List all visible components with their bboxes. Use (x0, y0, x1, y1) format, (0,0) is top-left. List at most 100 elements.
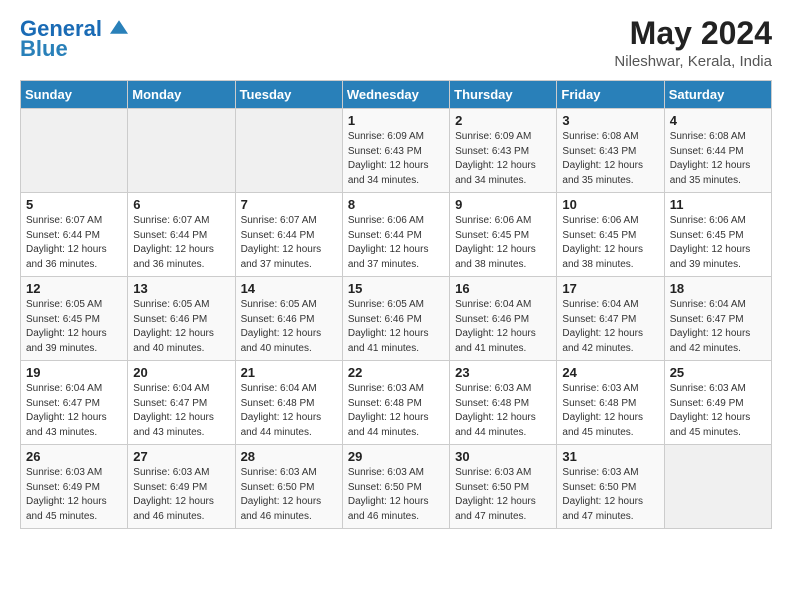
day-number: 9 (455, 197, 551, 212)
day-info: Sunrise: 6:03 AM Sunset: 6:50 PM Dayligh… (348, 466, 444, 524)
day-info: Sunrise: 6:09 AM Sunset: 6:43 PM Dayligh… (348, 130, 444, 188)
calendar-cell: 16 Sunrise: 6:04 AM Sunset: 6:46 PM Dayli… (450, 277, 557, 361)
day-number: 3 (562, 113, 658, 128)
day-number: 10 (562, 197, 658, 212)
day-number: 11 (670, 197, 766, 212)
day-info: Sunrise: 6:06 AM Sunset: 6:45 PM Dayligh… (670, 214, 766, 272)
calendar-cell (235, 109, 342, 193)
calendar-cell: 31Sunrise: 6:03 AM Sunset: 6:50 PM Dayli… (557, 445, 664, 529)
day-info: Sunrise: 6:03 AM Sunset: 6:48 PM Dayligh… (562, 382, 658, 440)
header: General Blue May 2024 Nileshwar, Kerala,… (20, 16, 772, 70)
calendar-cell (21, 109, 128, 193)
calendar-header-day: Thursday (450, 81, 557, 109)
logo-icon (110, 18, 128, 36)
day-number: 21 (241, 365, 337, 380)
day-info: Sunrise: 6:04 AM Sunset: 6:47 PM Dayligh… (133, 382, 229, 440)
calendar-cell: 11 Sunrise: 6:06 AM Sunset: 6:45 PM Dayli… (664, 193, 771, 277)
day-info: Sunrise: 6:03 AM Sunset: 6:49 PM Dayligh… (133, 466, 229, 524)
day-number: 26 (26, 449, 122, 464)
calendar-header-day: Wednesday (342, 81, 449, 109)
day-number: 1 (348, 113, 444, 128)
day-number: 7 (241, 197, 337, 212)
logo: General Blue (20, 16, 128, 62)
day-number: 25 (670, 365, 766, 380)
calendar-cell: 28Sunrise: 6:03 AM Sunset: 6:50 PM Dayli… (235, 445, 342, 529)
day-number: 17 (562, 281, 658, 296)
calendar-cell: 23 Sunrise: 6:03 AM Sunset: 6:48 PM Dayli… (450, 361, 557, 445)
calendar-week-row: 19 Sunrise: 6:04 AM Sunset: 6:47 PM Dayli… (21, 361, 772, 445)
calendar-header-row: SundayMondayTuesdayWednesdayThursdayFrid… (21, 81, 772, 109)
calendar-week-row: 5 Sunrise: 6:07 AM Sunset: 6:44 PM Daylig… (21, 193, 772, 277)
calendar-cell: 24 Sunrise: 6:03 AM Sunset: 6:48 PM Dayli… (557, 361, 664, 445)
day-number: 18 (670, 281, 766, 296)
day-number: 4 (670, 113, 766, 128)
calendar-cell: 2 Sunrise: 6:09 AM Sunset: 6:43 PM Daylig… (450, 109, 557, 193)
day-number: 14 (241, 281, 337, 296)
day-info: Sunrise: 6:06 AM Sunset: 6:45 PM Dayligh… (562, 214, 658, 272)
day-number: 27 (133, 449, 229, 464)
day-info: Sunrise: 6:04 AM Sunset: 6:46 PM Dayligh… (455, 298, 551, 356)
calendar-cell: 27 Sunrise: 6:03 AM Sunset: 6:49 PM Dayli… (128, 445, 235, 529)
calendar-cell: 25 Sunrise: 6:03 AM Sunset: 6:49 PM Dayli… (664, 361, 771, 445)
calendar-cell: 29 Sunrise: 6:03 AM Sunset: 6:50 PM Dayli… (342, 445, 449, 529)
day-info: Sunrise: 6:05 AM Sunset: 6:46 PM Dayligh… (133, 298, 229, 356)
day-number: 8 (348, 197, 444, 212)
day-info: Sunrise: 6:07 AM Sunset: 6:44 PM Dayligh… (241, 214, 337, 272)
day-info: Sunrise: 6:04 AM Sunset: 6:47 PM Dayligh… (670, 298, 766, 356)
calendar-week-row: 1 Sunrise: 6:09 AM Sunset: 6:43 PM Daylig… (21, 109, 772, 193)
calendar-cell: 8 Sunrise: 6:06 AM Sunset: 6:44 PM Daylig… (342, 193, 449, 277)
day-info: Sunrise: 6:03 AM Sunset: 6:48 PM Dayligh… (348, 382, 444, 440)
day-number: 22 (348, 365, 444, 380)
calendar-cell: 3 Sunrise: 6:08 AM Sunset: 6:43 PM Daylig… (557, 109, 664, 193)
day-info: Sunrise: 6:06 AM Sunset: 6:44 PM Dayligh… (348, 214, 444, 272)
day-info: Sunrise: 6:04 AM Sunset: 6:47 PM Dayligh… (562, 298, 658, 356)
day-number: 12 (26, 281, 122, 296)
day-info: Sunrise: 6:03 AM Sunset: 6:48 PM Dayligh… (455, 382, 551, 440)
day-number: 5 (26, 197, 122, 212)
day-number: 2 (455, 113, 551, 128)
calendar-cell: 21 Sunrise: 6:04 AM Sunset: 6:48 PM Dayli… (235, 361, 342, 445)
calendar-cell (664, 445, 771, 529)
calendar-cell: 9 Sunrise: 6:06 AM Sunset: 6:45 PM Daylig… (450, 193, 557, 277)
calendar-header-day: Sunday (21, 81, 128, 109)
day-number: 19 (26, 365, 122, 380)
day-number: 6 (133, 197, 229, 212)
calendar-cell: 10 Sunrise: 6:06 AM Sunset: 6:45 PM Dayli… (557, 193, 664, 277)
day-number: 20 (133, 365, 229, 380)
calendar-cell: 18 Sunrise: 6:04 AM Sunset: 6:47 PM Dayli… (664, 277, 771, 361)
day-number: 29 (348, 449, 444, 464)
day-info: Sunrise: 6:04 AM Sunset: 6:48 PM Dayligh… (241, 382, 337, 440)
day-number: 16 (455, 281, 551, 296)
calendar-cell: 15 Sunrise: 6:05 AM Sunset: 6:46 PM Dayli… (342, 277, 449, 361)
calendar-cell: 4Sunrise: 6:08 AM Sunset: 6:44 PM Daylig… (664, 109, 771, 193)
day-info: Sunrise: 6:03 AM Sunset: 6:50 PM Dayligh… (241, 466, 337, 524)
day-number: 15 (348, 281, 444, 296)
day-info: Sunrise: 6:08 AM Sunset: 6:43 PM Dayligh… (562, 130, 658, 188)
day-info: Sunrise: 6:05 AM Sunset: 6:45 PM Dayligh… (26, 298, 122, 356)
day-info: Sunrise: 6:06 AM Sunset: 6:45 PM Dayligh… (455, 214, 551, 272)
day-info: Sunrise: 6:05 AM Sunset: 6:46 PM Dayligh… (241, 298, 337, 356)
day-info: Sunrise: 6:03 AM Sunset: 6:49 PM Dayligh… (670, 382, 766, 440)
calendar-page: General Blue May 2024 Nileshwar, Kerala,… (0, 0, 792, 612)
day-info: Sunrise: 6:05 AM Sunset: 6:46 PM Dayligh… (348, 298, 444, 356)
day-info: Sunrise: 6:04 AM Sunset: 6:47 PM Dayligh… (26, 382, 122, 440)
calendar-header-day: Monday (128, 81, 235, 109)
day-info: Sunrise: 6:03 AM Sunset: 6:49 PM Dayligh… (26, 466, 122, 524)
calendar-cell: 13Sunrise: 6:05 AM Sunset: 6:46 PM Dayli… (128, 277, 235, 361)
calendar-cell: 26 Sunrise: 6:03 AM Sunset: 6:49 PM Dayli… (21, 445, 128, 529)
calendar-table: SundayMondayTuesdayWednesdayThursdayFrid… (20, 80, 772, 529)
subtitle: Nileshwar, Kerala, India (614, 53, 772, 70)
calendar-cell: 12 Sunrise: 6:05 AM Sunset: 6:45 PM Dayli… (21, 277, 128, 361)
calendar-cell (128, 109, 235, 193)
calendar-cell: 14 Sunrise: 6:05 AM Sunset: 6:46 PM Dayli… (235, 277, 342, 361)
day-number: 31 (562, 449, 658, 464)
calendar-cell: 7 Sunrise: 6:07 AM Sunset: 6:44 PM Daylig… (235, 193, 342, 277)
day-number: 23 (455, 365, 551, 380)
day-number: 24 (562, 365, 658, 380)
day-info: Sunrise: 6:07 AM Sunset: 6:44 PM Dayligh… (133, 214, 229, 272)
day-info: Sunrise: 6:03 AM Sunset: 6:50 PM Dayligh… (455, 466, 551, 524)
day-info: Sunrise: 6:09 AM Sunset: 6:43 PM Dayligh… (455, 130, 551, 188)
title-block: May 2024 Nileshwar, Kerala, India (614, 16, 772, 70)
calendar-cell: 20 Sunrise: 6:04 AM Sunset: 6:47 PM Dayli… (128, 361, 235, 445)
calendar-cell: 17 Sunrise: 6:04 AM Sunset: 6:47 PM Dayli… (557, 277, 664, 361)
